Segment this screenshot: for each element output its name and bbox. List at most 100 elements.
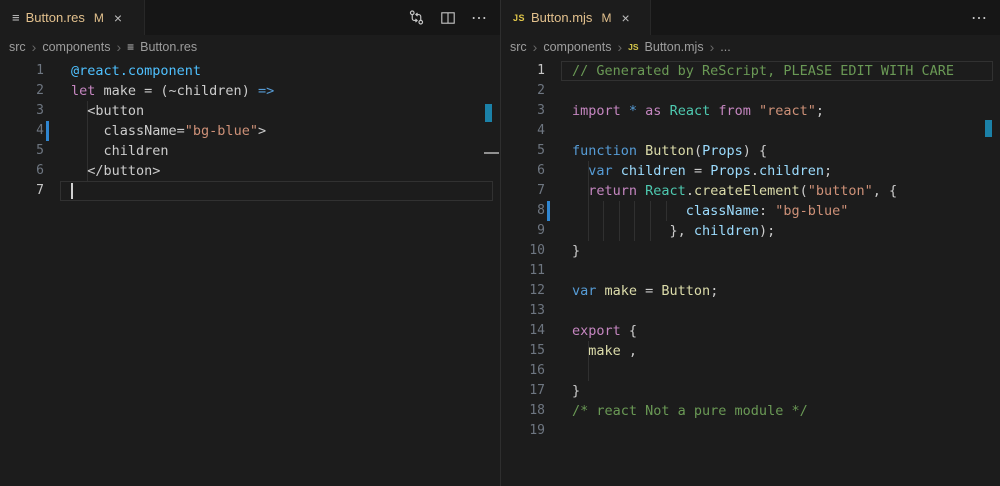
code-line: 8 className: "bg-blue"	[501, 201, 1000, 221]
javascript-file-icon: JS	[513, 13, 525, 23]
tab-title: Button.res	[26, 10, 85, 25]
git-modified-badge: M	[94, 11, 104, 25]
code-line: 18/* react Not a pure module */	[501, 401, 1000, 421]
editor-content-button-res[interactable]: 1@react.component2let make = (~children)…	[0, 58, 500, 486]
current-line-highlight	[60, 181, 493, 201]
rescript-file-icon: ≡	[12, 11, 20, 24]
code-line: 16	[501, 361, 1000, 381]
breadcrumb-item-more[interactable]: ...	[720, 40, 730, 54]
code-line: 4 className="bg-blue">	[0, 121, 500, 141]
line-number[interactable]: 6	[0, 161, 44, 181]
line-number[interactable]: 7	[0, 181, 44, 201]
tab-bar-right: JS Button.mjs M × ⋯	[501, 0, 1000, 35]
editor-pane-button-res: ≡ Button.res M × ⋯	[0, 0, 500, 486]
line-number[interactable]: 9	[501, 221, 545, 241]
breadcrumb-left: src › components › ≡ Button.res	[0, 35, 500, 58]
code-line: 19	[501, 421, 1000, 441]
line-number[interactable]: 1	[501, 61, 545, 81]
gutter-modified-marker	[547, 201, 550, 221]
editor-actions-left: ⋯	[408, 0, 488, 35]
code-line: 6 var children = Props.children;	[501, 161, 1000, 181]
code-line: 15 make ,	[501, 341, 1000, 361]
editor-actions-right: ⋯	[971, 0, 988, 35]
line-number[interactable]: 1	[0, 61, 44, 81]
code-line: 11	[501, 261, 1000, 281]
code-line: 1@react.component	[0, 61, 500, 81]
breadcrumb-item-components[interactable]: components	[42, 40, 110, 54]
line-number[interactable]: 16	[501, 361, 545, 381]
line-number[interactable]: 14	[501, 321, 545, 341]
tab-button-mjs[interactable]: JS Button.mjs M ×	[501, 0, 651, 35]
code-line: 7 return React.createElement("button", {	[501, 181, 1000, 201]
text-cursor	[71, 183, 73, 199]
code-line: 2	[501, 81, 1000, 101]
overview-ruler-modified-marker	[985, 120, 992, 137]
line-number[interactable]: 19	[501, 421, 545, 441]
line-number[interactable]: 3	[0, 101, 44, 121]
code-line: 4	[501, 121, 1000, 141]
line-number[interactable]: 11	[501, 261, 545, 281]
line-number[interactable]: 5	[0, 141, 44, 161]
indent-guide	[588, 161, 589, 241]
code-line: 3import * as React from "react";	[501, 101, 1000, 121]
line-number[interactable]: 3	[501, 101, 545, 121]
indent-guide	[666, 201, 667, 221]
line-number[interactable]: 4	[0, 121, 44, 141]
code-line: 1// Generated by ReScript, PLEASE EDIT W…	[501, 61, 1000, 81]
code-line: 3 <button	[0, 101, 500, 121]
code-line: 10}	[501, 241, 1000, 261]
indent-guide	[588, 341, 589, 381]
chevron-right-icon: ›	[617, 41, 622, 53]
line-number[interactable]: 13	[501, 301, 545, 321]
chevron-right-icon: ›	[710, 41, 715, 53]
line-number[interactable]: 2	[501, 81, 545, 101]
close-icon[interactable]: ×	[621, 11, 629, 25]
more-actions-icon[interactable]: ⋯	[471, 8, 488, 28]
chevron-right-icon: ›	[533, 41, 538, 53]
indent-guide	[87, 101, 88, 181]
breadcrumb-item-file[interactable]: Button.res	[140, 40, 197, 54]
code-line: 12var make = Button;	[501, 281, 1000, 301]
line-number[interactable]: 4	[501, 121, 545, 141]
line-number[interactable]: 18	[501, 401, 545, 421]
code-line: 5function Button(Props) {	[501, 141, 1000, 161]
breadcrumb-right: src › components › JS Button.mjs › ...	[501, 35, 1000, 58]
line-number[interactable]: 12	[501, 281, 545, 301]
tab-button-res[interactable]: ≡ Button.res M ×	[0, 0, 145, 35]
line-number[interactable]: 6	[501, 161, 545, 181]
code-line: 2let make = (~children) =>	[0, 81, 500, 101]
more-actions-icon[interactable]: ⋯	[971, 8, 988, 28]
code-line: 14export {	[501, 321, 1000, 341]
line-number[interactable]: 15	[501, 341, 545, 361]
breadcrumb-item-file[interactable]: Button.mjs	[645, 40, 704, 54]
git-modified-badge: M	[601, 11, 611, 25]
chevron-right-icon: ›	[32, 41, 37, 53]
editor-content-button-mjs[interactable]: 1// Generated by ReScript, PLEASE EDIT W…	[501, 58, 1000, 486]
line-number[interactable]: 10	[501, 241, 545, 261]
indent-guide	[650, 201, 651, 241]
line-number[interactable]: 8	[501, 201, 545, 221]
line-number[interactable]: 17	[501, 381, 545, 401]
editor-pane-button-mjs: JS Button.mjs M × ⋯ src › components › J…	[500, 0, 1000, 486]
code-line: 17}	[501, 381, 1000, 401]
vscode-editor-group: ≡ Button.res M × ⋯	[0, 0, 1000, 486]
tab-bar-left: ≡ Button.res M × ⋯	[0, 0, 500, 35]
overview-ruler-cursor-marker	[484, 152, 499, 154]
javascript-file-icon: JS	[628, 42, 638, 52]
breadcrumb-item-components[interactable]: components	[543, 40, 611, 54]
line-number[interactable]: 2	[0, 81, 44, 101]
close-icon[interactable]: ×	[114, 11, 122, 25]
split-editor-icon[interactable]	[440, 10, 456, 26]
indent-guide	[634, 201, 635, 241]
line-number[interactable]: 7	[501, 181, 545, 201]
indent-guide	[603, 201, 604, 241]
chevron-right-icon: ›	[116, 41, 121, 53]
line-number[interactable]: 5	[501, 141, 545, 161]
open-changes-icon[interactable]	[408, 9, 425, 26]
breadcrumb-item-src[interactable]: src	[510, 40, 527, 54]
code-line: 7	[0, 181, 500, 201]
breadcrumb-item-src[interactable]: src	[9, 40, 26, 54]
code-line: 13	[501, 301, 1000, 321]
indent-guide	[619, 201, 620, 241]
code-line: 5 children	[0, 141, 500, 161]
